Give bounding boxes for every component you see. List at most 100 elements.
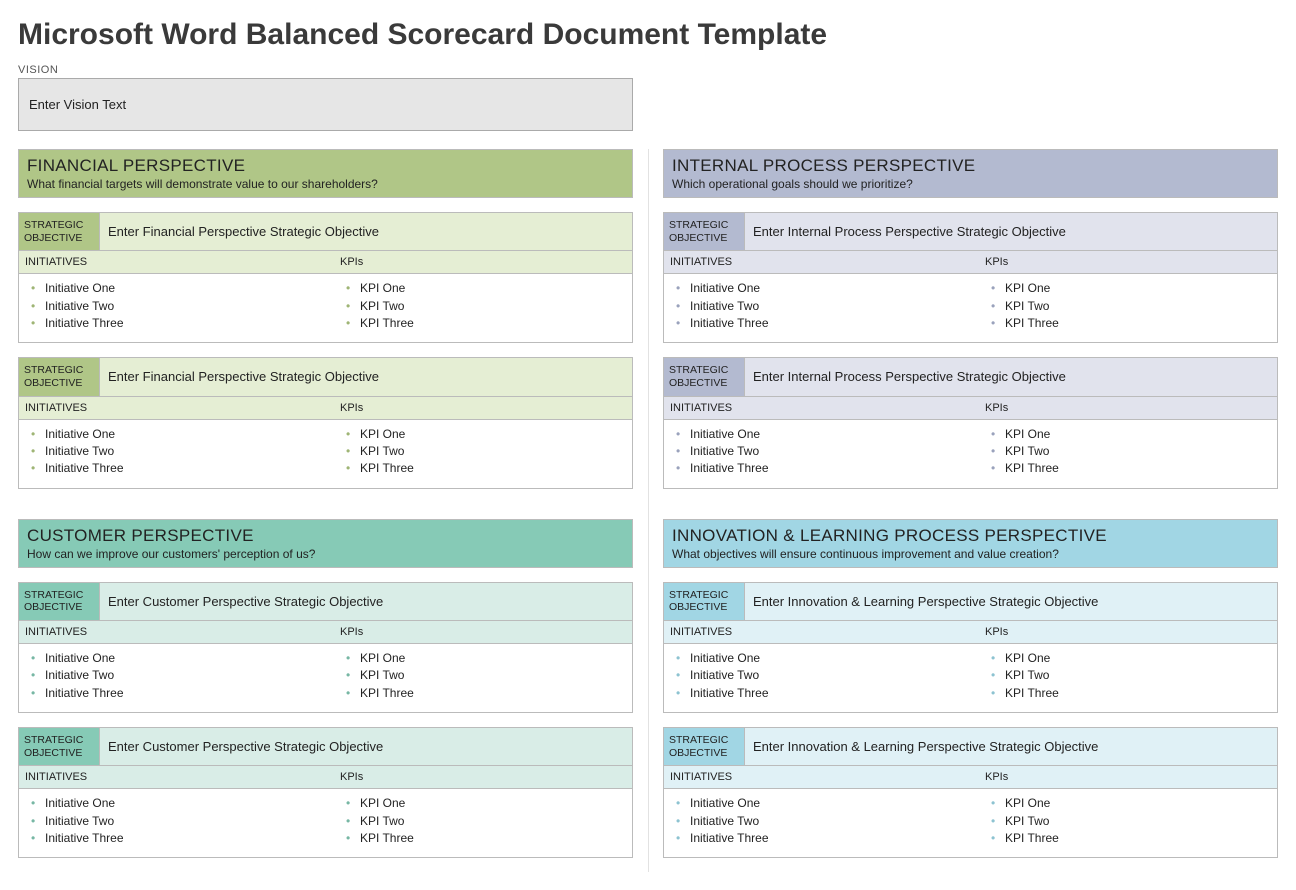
- kpis-label: KPIs: [979, 621, 1277, 644]
- internal-objective-1-kpis[interactable]: KPI One KPI Two KPI Three: [979, 274, 1277, 342]
- financial-objective-1-input[interactable]: Enter Financial Perspective Strategic Ob…: [100, 213, 632, 251]
- list-item: KPI Three: [360, 685, 624, 702]
- list-item: Initiative Two: [690, 667, 971, 684]
- list-item: KPI Two: [1005, 298, 1269, 315]
- strategic-objective-label: STRATEGIC OBJECTIVE: [19, 728, 100, 766]
- kpis-label: KPIs: [334, 397, 632, 420]
- list-item: KPI Three: [1005, 830, 1269, 847]
- internal-header: INTERNAL PROCESS PERSPECTIVE Which opera…: [663, 149, 1278, 198]
- customer-header: CUSTOMER PERSPECTIVE How can we improve …: [18, 519, 633, 568]
- strategic-objective-label: STRATEGIC OBJECTIVE: [19, 213, 100, 251]
- innovation-objective-1-kpis[interactable]: KPI One KPI Two KPI Three: [979, 644, 1277, 712]
- initiatives-label: INITIATIVES: [664, 251, 979, 274]
- list-item: KPI One: [360, 280, 624, 297]
- list-item: Initiative Three: [45, 460, 326, 477]
- list-item: Initiative Two: [45, 667, 326, 684]
- list-item: Initiative Two: [690, 443, 971, 460]
- internal-title: INTERNAL PROCESS PERSPECTIVE: [672, 156, 1269, 176]
- column-divider: [648, 149, 649, 872]
- list-item: KPI Three: [1005, 685, 1269, 702]
- innovation-objective-1-initiatives[interactable]: Initiative One Initiative Two Initiative…: [664, 644, 979, 712]
- customer-objective-1-initiatives[interactable]: Initiative One Initiative Two Initiative…: [19, 644, 334, 712]
- financial-objective-1-kpis[interactable]: KPI One KPI Two KPI Three: [334, 274, 632, 342]
- list-item: KPI Two: [360, 813, 624, 830]
- kpis-label: KPIs: [334, 621, 632, 644]
- internal-objective-1-initiatives[interactable]: Initiative One Initiative Two Initiative…: [664, 274, 979, 342]
- list-item: Initiative Three: [690, 685, 971, 702]
- customer-subtitle: How can we improve our customers' percep…: [27, 547, 624, 561]
- financial-objective-1: STRATEGIC OBJECTIVE Enter Financial Pers…: [18, 212, 633, 343]
- vision-input[interactable]: Enter Vision Text: [18, 78, 633, 131]
- list-item: KPI One: [360, 795, 624, 812]
- initiatives-label: INITIATIVES: [19, 621, 334, 644]
- list-item: KPI Three: [1005, 315, 1269, 332]
- list-item: KPI One: [1005, 426, 1269, 443]
- internal-subtitle: Which operational goals should we priori…: [672, 177, 1269, 191]
- financial-objective-2: STRATEGIC OBJECTIVE Enter Financial Pers…: [18, 357, 633, 488]
- list-item: Initiative Three: [45, 830, 326, 847]
- list-item: Initiative One: [690, 426, 971, 443]
- customer-objective-2-kpis[interactable]: KPI One KPI Two KPI Three: [334, 789, 632, 857]
- customer-objective-1-input[interactable]: Enter Customer Perspective Strategic Obj…: [100, 583, 632, 621]
- list-item: KPI One: [1005, 795, 1269, 812]
- strategic-objective-label: STRATEGIC OBJECTIVE: [664, 213, 745, 251]
- list-item: Initiative Two: [45, 813, 326, 830]
- innovation-objective-1: STRATEGIC OBJECTIVE Enter Innovation & L…: [663, 582, 1278, 713]
- strategic-objective-label: STRATEGIC OBJECTIVE: [19, 358, 100, 396]
- internal-objective-2-kpis[interactable]: KPI One KPI Two KPI Three: [979, 420, 1277, 488]
- strategic-objective-label: STRATEGIC OBJECTIVE: [19, 583, 100, 621]
- financial-objective-2-kpis[interactable]: KPI One KPI Two KPI Three: [334, 420, 632, 488]
- innovation-objective-1-input[interactable]: Enter Innovation & Learning Perspective …: [745, 583, 1277, 621]
- list-item: Initiative Three: [45, 315, 326, 332]
- financial-objective-2-initiatives[interactable]: Initiative One Initiative Two Initiative…: [19, 420, 334, 488]
- customer-objective-1-kpis[interactable]: KPI One KPI Two KPI Three: [334, 644, 632, 712]
- internal-objective-2-initiatives[interactable]: Initiative One Initiative Two Initiative…: [664, 420, 979, 488]
- list-item: Initiative One: [690, 650, 971, 667]
- list-item: KPI One: [360, 650, 624, 667]
- internal-objective-2: STRATEGIC OBJECTIVE Enter Internal Proce…: [663, 357, 1278, 488]
- innovation-objective-2-input[interactable]: Enter Innovation & Learning Perspective …: [745, 728, 1277, 766]
- list-item: KPI Three: [360, 460, 624, 477]
- kpis-label: KPIs: [979, 251, 1277, 274]
- list-item: Initiative One: [690, 795, 971, 812]
- innovation-objective-2-initiatives[interactable]: Initiative One Initiative Two Initiative…: [664, 789, 979, 857]
- list-item: KPI Three: [360, 830, 624, 847]
- list-item: KPI One: [1005, 280, 1269, 297]
- innovation-objective-2-kpis[interactable]: KPI One KPI Two KPI Three: [979, 789, 1277, 857]
- innovation-objective-2: STRATEGIC OBJECTIVE Enter Innovation & L…: [663, 727, 1278, 858]
- innovation-header: INNOVATION & LEARNING PROCESS PERSPECTIV…: [663, 519, 1278, 568]
- list-item: KPI Two: [1005, 667, 1269, 684]
- customer-objective-2-input[interactable]: Enter Customer Perspective Strategic Obj…: [100, 728, 632, 766]
- strategic-objective-label: STRATEGIC OBJECTIVE: [664, 358, 745, 396]
- list-item: KPI Two: [360, 298, 624, 315]
- list-item: Initiative Two: [45, 443, 326, 460]
- financial-header: FINANCIAL PERSPECTIVE What financial tar…: [18, 149, 633, 198]
- customer-objective-2: STRATEGIC OBJECTIVE Enter Customer Persp…: [18, 727, 633, 858]
- list-item: KPI Two: [360, 443, 624, 460]
- list-item: Initiative One: [45, 280, 326, 297]
- internal-objective-1-input[interactable]: Enter Internal Process Perspective Strat…: [745, 213, 1277, 251]
- financial-subtitle: What financial targets will demonstrate …: [27, 177, 624, 191]
- page-title: Microsoft Word Balanced Scorecard Docume…: [18, 18, 1278, 52]
- list-item: Initiative Two: [45, 298, 326, 315]
- customer-title: CUSTOMER PERSPECTIVE: [27, 526, 624, 546]
- initiatives-label: INITIATIVES: [664, 397, 979, 420]
- list-item: KPI One: [360, 426, 624, 443]
- financial-objective-2-input[interactable]: Enter Financial Perspective Strategic Ob…: [100, 358, 632, 396]
- list-item: KPI One: [1005, 650, 1269, 667]
- initiatives-label: INITIATIVES: [19, 397, 334, 420]
- list-item: Initiative Two: [690, 813, 971, 830]
- list-item: Initiative One: [45, 795, 326, 812]
- list-item: KPI Three: [1005, 460, 1269, 477]
- list-item: Initiative One: [45, 426, 326, 443]
- list-item: KPI Two: [360, 667, 624, 684]
- kpis-label: KPIs: [979, 397, 1277, 420]
- financial-objective-1-initiatives[interactable]: Initiative One Initiative Two Initiative…: [19, 274, 334, 342]
- initiatives-label: INITIATIVES: [664, 621, 979, 644]
- strategic-objective-label: STRATEGIC OBJECTIVE: [664, 583, 745, 621]
- customer-objective-2-initiatives[interactable]: Initiative One Initiative Two Initiative…: [19, 789, 334, 857]
- list-item: Initiative Two: [690, 298, 971, 315]
- internal-objective-2-input[interactable]: Enter Internal Process Perspective Strat…: [745, 358, 1277, 396]
- list-item: KPI Three: [360, 315, 624, 332]
- list-item: Initiative Three: [690, 830, 971, 847]
